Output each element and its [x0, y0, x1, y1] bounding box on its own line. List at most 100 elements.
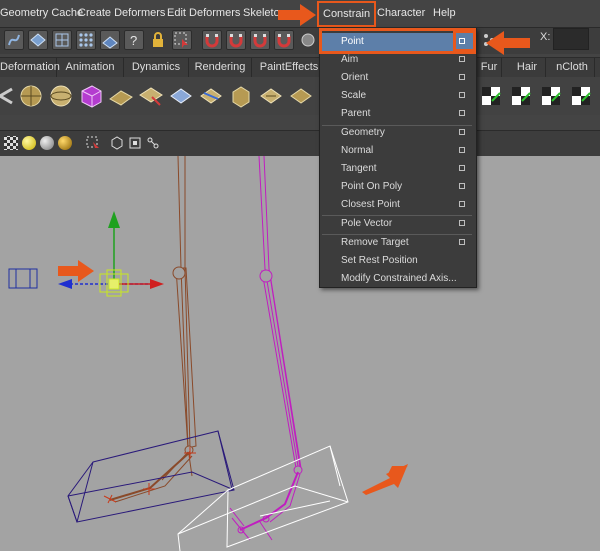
menu-item-pole-vector[interactable]: Pole Vector	[320, 215, 474, 233]
bezier-curve-tool-icon[interactable]	[4, 30, 24, 50]
menu-item-tangent[interactable]: Tangent	[320, 160, 474, 178]
left-foot-control[interactable]	[67, 430, 235, 523]
annotation-arrow-foot	[362, 464, 408, 495]
menu-item-label: Point On Poly	[341, 181, 403, 192]
point-on-curve-icon[interactable]	[288, 83, 314, 109]
wrap-sphere-icon[interactable]	[48, 83, 74, 109]
cluster-cube-icon[interactable]	[78, 83, 104, 109]
menu-item-label: Normal	[341, 145, 374, 156]
select-highlight-icon[interactable]	[172, 30, 192, 50]
xray-joints-icon[interactable]	[128, 136, 142, 150]
option-box-icon[interactable]	[459, 220, 465, 226]
menu-help[interactable]: Help	[433, 0, 456, 27]
help-icon[interactable]: ?	[124, 30, 144, 50]
menu-item-label: Remove Target	[341, 237, 409, 248]
3d-viewport[interactable]	[0, 156, 600, 551]
control-curve-box[interactable]	[8, 268, 38, 289]
snap-point-icon[interactable]	[76, 30, 96, 50]
option-box-icon[interactable]	[459, 183, 465, 189]
menu-item-label: Geometry	[341, 127, 385, 138]
snap-curve-icon[interactable]	[52, 30, 72, 50]
magnet-snap-icon-1[interactable]	[202, 30, 222, 50]
magnet-snap-icon-2[interactable]	[226, 30, 246, 50]
menu-item-set-rest-position[interactable]: Set Rest Position	[320, 252, 474, 270]
menu-edit-deformers[interactable]: Edit Deformers	[167, 0, 240, 27]
menu-geometry-cache[interactable]: Geometry Cache	[0, 0, 83, 27]
menu-item-parent[interactable]: Parent	[320, 105, 474, 123]
xray-icon[interactable]	[110, 136, 124, 150]
fur-direction-icon[interactable]	[508, 83, 534, 109]
menu-item-geometry[interactable]: Geometry	[320, 124, 474, 142]
menu-item-point[interactable]: Point	[320, 33, 474, 51]
snap-view-plane-icon[interactable]	[100, 30, 120, 50]
default-light-icon[interactable]	[22, 136, 36, 150]
shadows-icon[interactable]	[58, 136, 72, 150]
isolate-select-icon[interactable]	[86, 136, 100, 150]
sculpt-deformer-icon[interactable]	[228, 83, 254, 109]
menu-item-scale[interactable]: Scale	[320, 87, 474, 105]
menu-item-normal[interactable]: Normal	[320, 142, 474, 160]
menu-item-orient[interactable]: Orient	[320, 69, 474, 87]
svg-text:?: ?	[130, 33, 137, 48]
left-leg-rig[interactable]	[103, 156, 197, 504]
tab-dynamics[interactable]: Dynamics	[124, 58, 189, 77]
option-box-icon[interactable]	[459, 74, 465, 80]
menu-item-label: Tangent	[341, 163, 377, 174]
x-value-field[interactable]	[553, 28, 589, 50]
lock-icon[interactable]	[148, 30, 168, 50]
tab-rendering[interactable]: Rendering	[189, 58, 252, 77]
right-foot-control[interactable]	[177, 445, 349, 551]
tab-animation[interactable]: Animation	[57, 58, 124, 77]
tab-fur[interactable]: Fur	[477, 58, 502, 77]
option-box-icon[interactable]	[459, 110, 465, 116]
menu-skeleton[interactable]: Skeleto	[243, 0, 280, 27]
menu-constrain[interactable]: Constrain	[317, 1, 377, 27]
menu-item-label: Orient	[341, 72, 369, 83]
annotation-arrow-option-box	[486, 31, 530, 55]
tab-deformation[interactable]: Deformation	[0, 58, 60, 77]
option-box-icon[interactable]	[459, 147, 465, 153]
textured-icon[interactable]	[4, 136, 18, 150]
option-box-icon[interactable]	[459, 239, 465, 245]
option-box-icon[interactable]	[459, 165, 465, 171]
menu-item-label: Aim	[341, 54, 359, 65]
fur-length-icon[interactable]	[538, 83, 564, 109]
snap-grid-icon[interactable]	[28, 30, 48, 50]
jiggle-icon[interactable]	[168, 83, 194, 109]
tab-painteffects[interactable]: PaintEffects	[252, 58, 327, 77]
menu-create-deformers[interactable]: Create Deformers	[78, 0, 165, 27]
menu-item-label: Scale	[341, 90, 367, 101]
lattice-sphere-icon[interactable]	[18, 83, 44, 109]
menu-item-label: Point	[341, 36, 364, 47]
shelf-tabs: Deformation Animation Dynamics Rendering…	[0, 57, 600, 78]
menu-item-closest-point[interactable]: Closest Point	[320, 196, 474, 214]
tab-hair[interactable]: Hair	[509, 58, 546, 77]
all-lights-icon[interactable]	[40, 136, 54, 150]
menu-item-label: Closest Point	[341, 199, 400, 210]
menu-item-point-on-poly[interactable]: Point On Poly	[320, 178, 474, 196]
wire-tool-icon[interactable]	[198, 83, 224, 109]
nonlinear-bend-icon[interactable]	[108, 83, 134, 109]
menu-character[interactable]: Character	[377, 0, 425, 27]
option-box-icon[interactable]	[459, 92, 465, 98]
constrain-menu: Point Aim Orient Scale Parent Geometry N…	[319, 28, 477, 288]
render-icon[interactable]	[298, 30, 318, 50]
fur-offset-icon[interactable]	[478, 83, 504, 109]
joint-display-icon[interactable]	[146, 136, 160, 150]
option-box-icon[interactable]	[459, 129, 465, 135]
menu-item-label: Modify Constrained Axis...	[341, 273, 457, 284]
menu-item-label: Set Rest Position	[341, 255, 418, 266]
magnet-snap-icon-4[interactable]	[274, 30, 294, 50]
menu-item-modify-constrained-axis[interactable]: Modify Constrained Axis...	[320, 270, 474, 288]
right-leg-rig[interactable]	[229, 156, 303, 541]
shelf-arrow-icon[interactable]	[0, 83, 18, 109]
menu-item-aim[interactable]: Aim	[320, 51, 474, 69]
soft-mod-icon[interactable]	[138, 83, 164, 109]
fur-scraggle-icon[interactable]	[568, 83, 594, 109]
wrinkle-icon[interactable]	[258, 83, 284, 109]
option-box-icon[interactable]	[459, 56, 465, 62]
option-box-icon[interactable]	[459, 201, 465, 207]
menu-item-remove-target[interactable]: Remove Target	[320, 234, 474, 252]
magnet-snap-icon-3[interactable]	[250, 30, 270, 50]
tab-ncloth[interactable]: nCloth	[550, 58, 595, 77]
